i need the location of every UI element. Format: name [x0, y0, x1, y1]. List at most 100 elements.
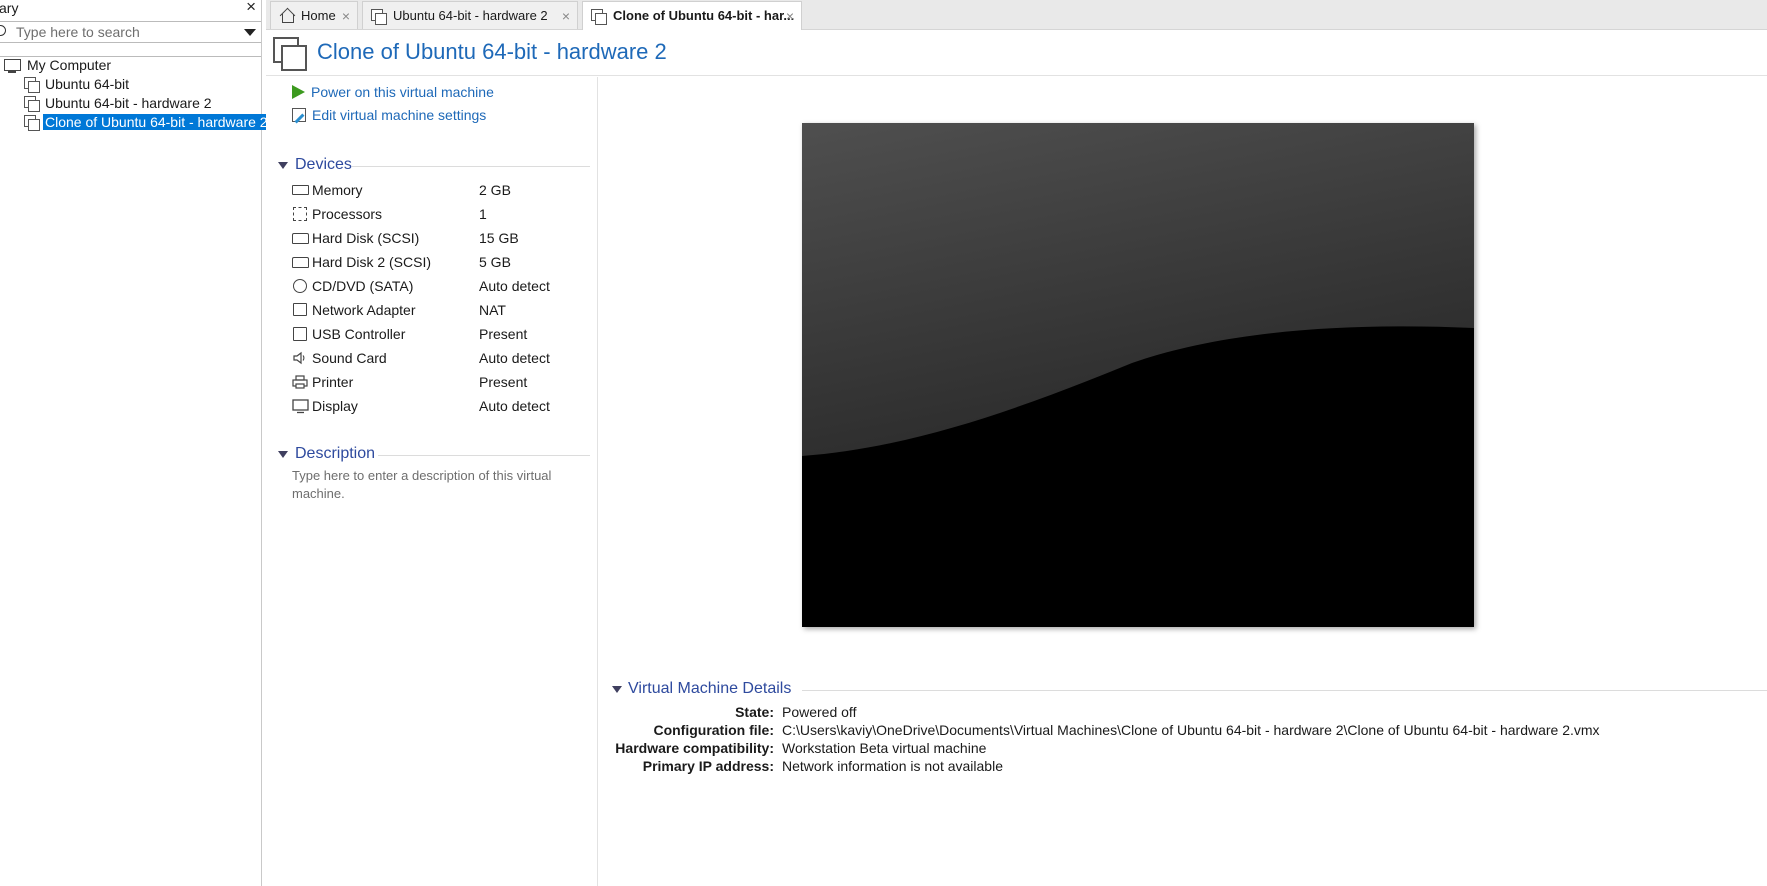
monitor-icon — [292, 399, 309, 414]
vm-large-icon — [273, 37, 307, 71]
close-icon[interactable]: × — [342, 3, 350, 29]
device-row-processors[interactable]: Processors 1 — [292, 205, 592, 225]
device-name: Display — [312, 398, 358, 414]
description-heading: Description — [295, 445, 376, 462]
vm-title: Clone of Ubuntu 64-bit - hardware 2 — [317, 39, 667, 64]
device-row-cd-dvd[interactable]: CD/DVD (SATA) Auto detect — [292, 277, 592, 297]
device-row-memory[interactable]: Memory 2 GB — [292, 181, 592, 201]
collapse-arrow-icon[interactable] — [278, 162, 288, 169]
device-value: Present — [479, 326, 528, 342]
device-row-display[interactable]: Display Auto detect — [292, 397, 592, 417]
vm-details-section-header: Virtual Machine Details — [612, 680, 1767, 700]
library-tree: My Computer Ubuntu 64-bit Ubuntu 64-bit … — [0, 56, 270, 886]
processor-icon — [293, 207, 307, 221]
detail-row-ip-address: Primary IP address: Network information … — [612, 757, 1762, 775]
detail-key: State: — [735, 704, 774, 720]
speaker-icon — [293, 351, 307, 365]
detail-row-state: State: Powered off — [612, 703, 1762, 721]
section-divider — [802, 690, 1767, 691]
tab-home[interactable]: Home × — [270, 1, 358, 29]
device-value: Auto detect — [479, 398, 550, 414]
detail-value: C:\Users\kaviy\OneDrive\Documents\Virtua… — [782, 722, 1600, 738]
cd-dvd-icon — [293, 279, 307, 293]
detail-key: Primary IP address: — [642, 758, 774, 774]
network-adapter-icon — [293, 303, 307, 316]
power-on-label: Power on this virtual machine — [311, 84, 494, 100]
vm-summary-page: Clone of Ubuntu 64-bit - hardware 2 Powe… — [266, 30, 1767, 886]
collapse-arrow-icon[interactable] — [278, 451, 288, 458]
play-icon — [292, 85, 305, 99]
section-divider — [352, 166, 590, 167]
tab-clone-ubuntu-hardware-2[interactable]: Clone of Ubuntu 64-bit - har... × — [582, 1, 802, 30]
tab-ubuntu-hardware-2[interactable]: Ubuntu 64-bit - hardware 2 × — [362, 1, 578, 29]
device-value: 5 GB — [479, 254, 511, 270]
printer-icon — [292, 375, 308, 389]
usb-icon — [293, 327, 307, 341]
library-title-bar: ary × — [0, 0, 262, 18]
device-value: Present — [479, 374, 528, 390]
library-close-icon[interactable]: × — [246, 0, 256, 15]
description-input[interactable]: Type here to enter a description of this… — [292, 467, 582, 503]
device-name: Hard Disk 2 (SCSI) — [312, 254, 432, 270]
preview-graphic — [802, 123, 1474, 627]
device-value: 2 GB — [479, 182, 511, 198]
device-row-usb-controller[interactable]: USB Controller Present — [292, 325, 592, 345]
vm-details-heading: Virtual Machine Details — [628, 680, 792, 697]
hard-disk-icon — [292, 257, 309, 268]
tree-item-label: My Computer — [27, 57, 112, 73]
power-on-link[interactable]: Power on this virtual machine — [292, 84, 494, 100]
device-name: USB Controller — [312, 326, 406, 342]
vm-icon — [591, 9, 607, 25]
close-icon[interactable]: × — [786, 3, 794, 29]
tree-item-my-computer[interactable]: My Computer — [4, 56, 113, 75]
edit-settings-link[interactable]: Edit virtual machine settings — [292, 107, 486, 123]
vm-left-column: Power on this virtual machine Edit virtu… — [266, 77, 598, 886]
device-row-sound-card[interactable]: Sound Card Auto detect — [292, 349, 592, 369]
tree-item-vm-selected[interactable]: Clone of Ubuntu 64-bit - hardware 2 — [24, 113, 270, 132]
device-row-printer[interactable]: Printer Present — [292, 373, 592, 393]
memory-icon — [292, 185, 309, 195]
vm-icon — [24, 115, 40, 131]
device-row-hard-disk-2[interactable]: Hard Disk 2 (SCSI) 5 GB — [292, 253, 592, 273]
detail-value: Powered off — [782, 704, 857, 720]
tree-item-vm[interactable]: Ubuntu 64-bit - hardware 2 — [24, 94, 214, 113]
device-name: Memory — [312, 182, 363, 198]
edit-settings-icon — [292, 108, 306, 122]
device-row-network-adapter[interactable]: Network Adapter NAT — [292, 301, 592, 321]
section-divider — [378, 455, 590, 456]
vm-header: Clone of Ubuntu 64-bit - hardware 2 — [266, 30, 1767, 76]
tree-item-vm[interactable]: Ubuntu 64-bit — [24, 75, 131, 94]
vm-preview-screen[interactable] — [802, 123, 1474, 627]
detail-value: Network information is not available — [782, 758, 1003, 774]
vm-icon — [371, 9, 387, 25]
detail-key: Configuration file: — [653, 722, 774, 738]
edit-settings-label: Edit virtual machine settings — [312, 107, 487, 123]
tree-item-label: Ubuntu 64-bit — [45, 76, 130, 92]
device-row-hard-disk[interactable]: Hard Disk (SCSI) 15 GB — [292, 229, 592, 249]
collapse-arrow-icon[interactable] — [612, 686, 622, 693]
computer-icon — [4, 58, 21, 73]
detail-key: Hardware compatibility: — [615, 740, 774, 756]
library-search-box — [0, 21, 261, 43]
search-dropdown-icon[interactable] — [244, 29, 256, 36]
library-search-input[interactable] — [16, 23, 231, 41]
device-name: CD/DVD (SATA) — [312, 278, 414, 294]
tree-item-label: Clone of Ubuntu 64-bit - hardware 2 — [43, 114, 270, 130]
tab-bar: Home × Ubuntu 64-bit - hardware 2 × Clon… — [266, 0, 1767, 30]
device-value: 1 — [479, 206, 487, 222]
device-value: Auto detect — [479, 350, 550, 366]
detail-row-config-file: Configuration file: C:\Users\kaviy\OneDr… — [612, 721, 1762, 739]
tab-label: Home — [301, 8, 336, 23]
tab-label: Clone of Ubuntu 64-bit - har... — [613, 8, 795, 23]
vm-icon — [24, 77, 40, 93]
library-title: ary — [0, 0, 19, 16]
device-name: Hard Disk (SCSI) — [312, 230, 420, 246]
home-icon — [279, 8, 295, 23]
devices-section-header: Devices — [278, 156, 590, 176]
description-section-header: Description — [278, 445, 590, 465]
device-name: Sound Card — [312, 350, 387, 366]
close-icon[interactable]: × — [562, 3, 570, 29]
device-value: NAT — [479, 302, 506, 318]
device-name: Processors — [312, 206, 383, 222]
device-name: Printer — [312, 374, 354, 390]
